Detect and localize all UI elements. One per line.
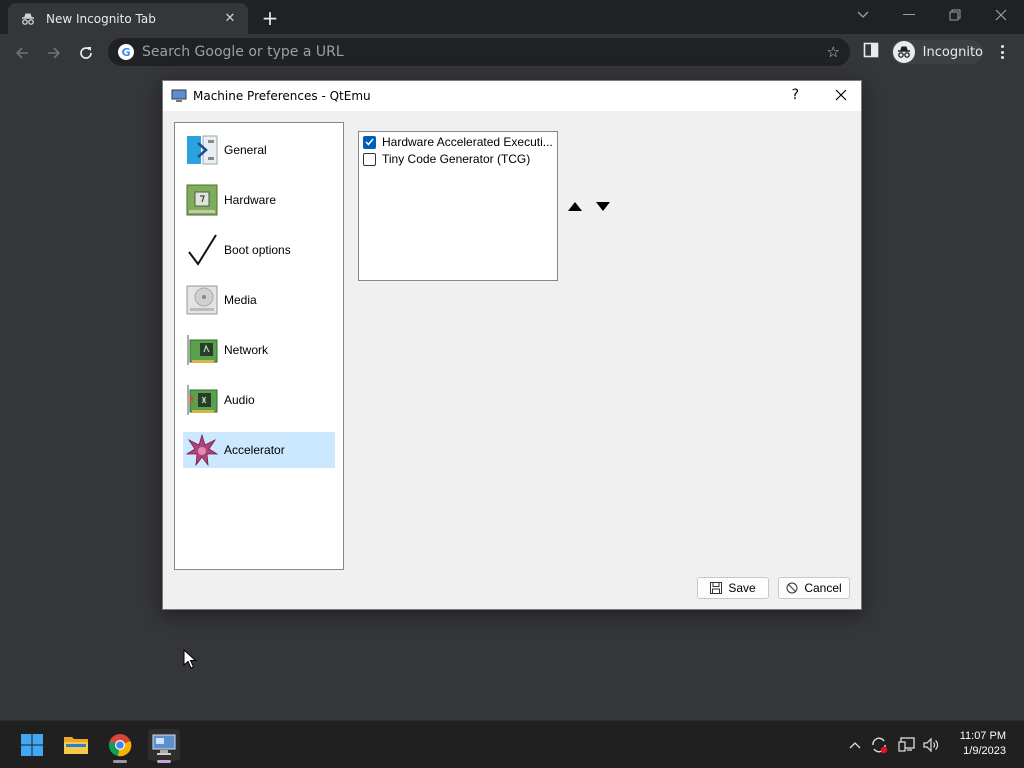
incognito-profile-button[interactable]: Incognito [891,40,983,64]
move-down-button[interactable] [592,195,614,217]
tcg-checkbox[interactable] [363,152,376,166]
category-label: Network [224,343,269,357]
dialog-title: Machine Preferences - QtEmu [193,89,371,103]
folder-icon [64,737,88,754]
accelerator-star-icon [186,434,218,466]
triangle-down-icon [596,201,610,211]
profile-label: Incognito [922,44,983,60]
category-label: Hardware [224,193,277,207]
accelerator-item-tcg[interactable]: Tiny Code Generator (TCG) [363,151,530,167]
close-icon [995,9,1007,21]
category-list: General Hardware Boot options Media Netw… [174,122,344,570]
move-up-button[interactable] [564,195,586,217]
machine-preferences-dialog: Machine Preferences - QtEmu ? General Ha… [162,80,862,610]
restore-icon [949,9,961,21]
help-button[interactable]: ? [792,87,799,103]
system-clock[interactable]: 11:07 PM 1/9/2023 [960,729,1006,759]
taskbar: 11:07 PM 1/9/2023 [0,720,1024,768]
incognito-icon [22,13,34,25]
chevron-up-icon [849,742,861,749]
accelerator-item-hax[interactable]: Hardware Accelerated Executi... [363,134,553,150]
general-icon [187,135,218,165]
reload-button[interactable] [74,41,98,65]
address-bar[interactable]: G ☆ [108,38,850,66]
side-panel-icon[interactable] [863,42,879,58]
clock-date: 1/9/2023 [963,745,1006,757]
sync-status-icon[interactable] [869,735,889,755]
file-explorer-button[interactable] [60,729,92,761]
category-media[interactable]: Media [183,282,335,318]
triangle-up-icon [568,201,582,211]
volume-icon[interactable] [921,735,941,755]
category-general[interactable]: General [183,132,335,168]
google-icon: G [118,44,134,60]
dialog-close-button[interactable] [835,85,847,106]
network-card-icon [187,335,218,365]
checkmark-icon [188,234,217,266]
network-icon[interactable] [897,735,917,755]
accelerator-list: Hardware Accelerated Executi... Tiny Cod… [358,131,558,281]
cancel-icon [786,582,798,594]
new-tab-button[interactable]: + [259,6,281,30]
chrome-taskbar-button[interactable] [104,729,136,763]
check-icon [365,138,374,146]
category-network[interactable]: Network [183,332,335,368]
clock-time: 11:07 PM [959,730,1006,742]
save-label: Save [728,581,756,595]
running-indicator [157,760,171,763]
category-label: Accelerator [224,443,285,457]
sound-card-icon [187,385,218,415]
reload-icon [80,47,92,59]
incognito-avatar-icon [893,41,915,63]
browser-menu-icon[interactable] [996,42,1008,62]
category-label: Boot options [224,243,291,257]
forward-arrow-icon [48,47,61,59]
back-arrow-icon [15,47,28,59]
category-label: Media [224,293,257,307]
bookmark-star-icon[interactable]: ☆ [827,43,840,61]
save-button[interactable]: Save [697,577,769,599]
qtemu-taskbar-button[interactable] [148,729,180,763]
tab-title: New Incognito Tab [46,11,156,26]
start-button[interactable] [16,729,48,761]
accelerator-label: Hardware Accelerated Executi... [382,135,553,149]
qtemu-app-icon [152,734,176,755]
forward-button[interactable] [42,41,66,65]
windows-logo-icon [21,734,43,756]
mouse-cursor-icon [183,649,197,669]
minimize-icon [903,14,915,15]
accelerator-label: Tiny Code Generator (TCG) [382,152,531,166]
category-boot-options[interactable]: Boot options [183,232,335,268]
back-button[interactable] [10,41,34,65]
tab-close-icon[interactable]: ✕ [222,11,238,27]
category-audio[interactable]: Audio [183,382,335,418]
dialog-title-bar: Machine Preferences - QtEmu ? [163,81,861,111]
category-label: General [224,143,267,157]
restore-button[interactable] [932,0,978,30]
save-disk-icon [710,582,723,594]
address-input[interactable] [142,44,802,60]
disk-drive-icon [186,285,218,315]
category-hardware[interactable]: Hardware [183,182,335,218]
chevron-down-icon [857,11,869,18]
cancel-button[interactable]: Cancel [778,577,850,599]
minimize-button[interactable] [886,0,932,30]
show-hidden-icons-button[interactable] [845,735,865,755]
hax-checkbox[interactable] [363,135,376,149]
tab-search-button[interactable] [840,0,886,30]
running-indicator [113,760,127,763]
browser-tab[interactable]: New Incognito Tab ✕ [8,3,248,34]
chrome-icon [108,734,132,757]
qtemu-app-icon [171,89,187,102]
close-icon [835,89,847,101]
category-label: Audio [224,393,255,407]
close-window-button[interactable] [978,0,1024,30]
browser-tab-strip: New Incognito Tab ✕ + [0,0,1024,34]
hardware-icon [186,184,218,216]
category-accelerator[interactable]: Accelerator [183,432,335,468]
cancel-label: Cancel [804,581,842,595]
